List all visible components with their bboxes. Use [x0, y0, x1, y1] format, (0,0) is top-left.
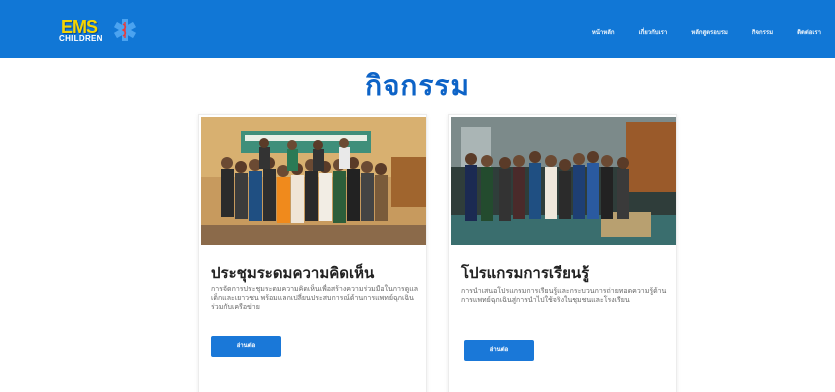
nav-about[interactable]: เกี่ยวกับเรา — [639, 27, 668, 37]
nav-activities[interactable]: กิจกรรม — [752, 27, 773, 37]
read-more-button[interactable]: อ่านต่อ — [211, 336, 281, 357]
top-navbar: EMS CHILDREN หน้าหลัก เกี่ยวกับเรา หลักส… — [0, 0, 835, 58]
activity-photo-group[interactable] — [201, 117, 426, 245]
card-title: ประชุมระดมความคิดเห็น — [211, 265, 375, 282]
logo-subtext: CHILDREN — [59, 34, 103, 43]
card-description: การนำเสนอโปรแกรมการเรียนรู้และกระบวนการถ… — [461, 288, 667, 304]
main-nav: หน้าหลัก เกี่ยวกับเรา หลักสูตรอบรม กิจกร… — [592, 27, 821, 37]
activity-photo-group[interactable] — [451, 117, 676, 245]
activity-card: โปรแกรมการเรียนรู้ การนำเสนอโปรแกรมการเร… — [448, 114, 677, 392]
card-description: การจัดการประชุมระดมความคิดเห็นเพื่อสร้าง… — [211, 286, 419, 311]
activity-card: ประชุมระดมความคิดเห็น การจัดการประชุมระด… — [198, 114, 427, 392]
nav-contact[interactable]: ติดต่อเรา — [797, 27, 821, 37]
nav-courses[interactable]: หลักสูตรอบรม — [691, 27, 728, 37]
read-more-button[interactable]: อ่านต่อ — [464, 340, 534, 361]
nav-home[interactable]: หน้าหลัก — [592, 27, 615, 37]
ems-children-logo[interactable]: EMS CHILDREN — [55, 17, 145, 43]
page-title: กิจกรรม — [365, 70, 470, 101]
card-title: โปรแกรมการเรียนรู้ — [461, 265, 590, 282]
